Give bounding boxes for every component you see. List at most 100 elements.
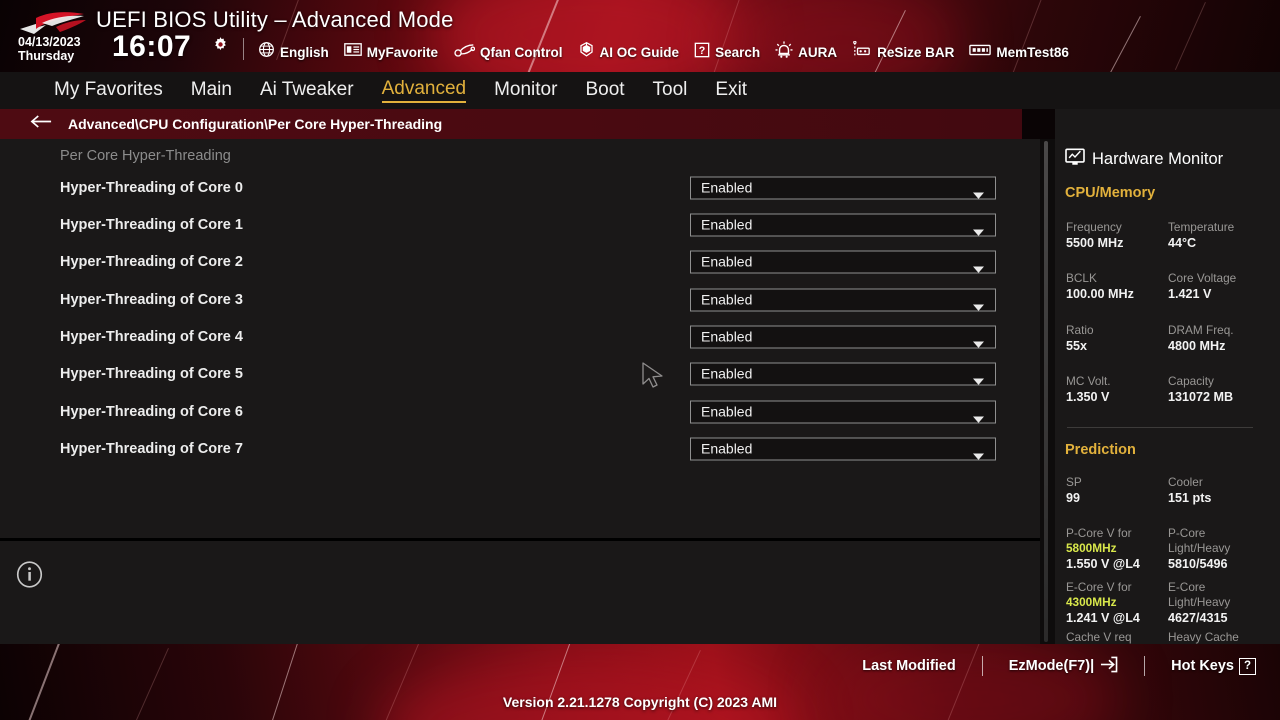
gear-icon[interactable] (212, 36, 229, 53)
dropdown-core-4[interactable]: Enabled (690, 325, 996, 348)
stat-dram-freq: DRAM Freq. 4800 MHz (1168, 323, 1272, 355)
panel-scrollbar[interactable] (1040, 139, 1055, 644)
chevron-down-icon (973, 372, 984, 390)
dropdown-core-6[interactable]: Enabled (690, 400, 996, 423)
setting-label: Hyper-Threading of Core 4 (60, 328, 243, 345)
stat-core-voltage: Core Voltage 1.421 V (1168, 271, 1272, 303)
tab-monitor[interactable]: Monitor (494, 79, 557, 102)
setting-label: Hyper-Threading of Core 2 (60, 253, 243, 270)
stat-key: DRAM Freq. (1168, 323, 1234, 337)
weekday-value: Thursday (18, 48, 75, 63)
stat-frequency: Frequency 5500 MHz (1066, 220, 1170, 252)
stat-key: SP (1066, 475, 1082, 489)
setting-label: Hyper-Threading of Core 7 (60, 440, 243, 457)
stat-ecore-light-heavy: E-Core Light/Heavy 4627/4315 (1168, 580, 1272, 627)
header-item-label: Qfan Control (480, 44, 563, 60)
stat-key: Core Voltage (1168, 271, 1237, 285)
dropdown-value: Enabled (701, 216, 753, 233)
version-text: Version 2.21.1278 Copyright (C) 2023 AMI (502, 694, 778, 710)
ezmode-button[interactable]: EzMode(F7)| (1009, 656, 1118, 677)
tab-ai-tweaker[interactable]: Ai Tweaker (260, 79, 354, 102)
dropdown-core-3[interactable]: Enabled (690, 288, 996, 311)
stat-key: Cooler (1168, 475, 1203, 489)
header-divider (243, 38, 244, 60)
stat-cooler: Cooler 151 pts (1168, 475, 1272, 507)
dropdown-value: Enabled (701, 365, 753, 382)
header-item-memtest86[interactable]: MemTest86 (969, 41, 1069, 63)
dropdown-core-7[interactable]: Enabled (690, 437, 996, 460)
resizebar-icon (852, 40, 872, 63)
stat-key: Ratio (1066, 323, 1094, 337)
setting-row-core-5: Hyper-Threading of Core 5 Enabled (0, 355, 1040, 392)
hotkeys-label: Hot Keys (1171, 658, 1234, 674)
scrollbar-thumb[interactable] (1044, 141, 1048, 642)
dropdown-core-0[interactable]: Enabled (690, 176, 996, 199)
header-item-search[interactable]: ? Search (694, 41, 760, 63)
stat-key: P-Core (1168, 526, 1206, 540)
tab-my-favorites[interactable]: My Favorites (54, 79, 163, 102)
breadcrumb-path: Advanced\CPU Configuration\Per Core Hype… (68, 116, 443, 132)
footer-divider (981, 656, 983, 676)
stat-pcore-light-heavy: P-Core Light/Heavy 5810/5496 (1168, 526, 1272, 573)
globe-icon (258, 41, 275, 63)
date-display: 04/13/2023 Thursday (18, 35, 110, 63)
header-item-label: AI OC Guide (599, 44, 680, 60)
stat-key: BCLK (1066, 271, 1097, 285)
bios-screen: UEFI BIOS Utility – Advanced Mode 04/13/… (0, 0, 1280, 720)
tab-advanced[interactable]: Advanced (381, 78, 467, 103)
tab-boot[interactable]: Boot (585, 79, 624, 102)
header-item-myfavorite[interactable]: MyFavorite (343, 41, 439, 63)
dropdown-core-1[interactable]: Enabled (690, 213, 996, 236)
hotkeys-button[interactable]: Hot Keys ? (1171, 657, 1256, 675)
app-header: UEFI BIOS Utility – Advanced Mode 04/13/… (0, 0, 1280, 72)
stat-pcore-voltage: P-Core V for 5800MHz 1.550 V @L4 (1066, 526, 1170, 573)
chevron-down-icon (973, 260, 984, 278)
tab-exit[interactable]: Exit (715, 79, 747, 102)
aura-icon (775, 41, 793, 63)
dropdown-core-5[interactable]: Enabled (690, 362, 996, 385)
header-item-ai-oc-guide[interactable]: AI OC Guide (578, 41, 680, 63)
header-item-resize-bar[interactable]: ReSize BAR (852, 40, 954, 63)
dropdown-core-2[interactable]: Enabled (690, 250, 996, 273)
stat-value: 131072 MB (1168, 390, 1234, 405)
back-arrow-icon[interactable] (30, 115, 52, 133)
stat-value: 4627/4315 (1168, 611, 1228, 626)
header-item-english[interactable]: English (258, 41, 329, 63)
header-item-qfan-control[interactable]: Qfan Control (453, 41, 563, 63)
chevron-down-icon (973, 186, 984, 204)
stat-key: Cache V req (1066, 630, 1132, 644)
info-icon[interactable] (16, 561, 43, 593)
chevron-down-icon (973, 298, 984, 316)
header-item-aura[interactable]: AURA (775, 41, 837, 63)
exit-arrow-icon (1099, 656, 1118, 677)
chevron-down-icon (973, 223, 984, 241)
monitor-icon (1065, 148, 1085, 171)
stat-key: Light/Heavy (1168, 595, 1231, 610)
stat-value: 99 (1066, 491, 1081, 506)
setting-label: Hyper-Threading of Core 6 (60, 403, 243, 420)
stat-key: E-Core (1168, 580, 1206, 594)
setting-row-core-4: Hyper-Threading of Core 4 Enabled (0, 318, 1040, 355)
tab-main[interactable]: Main (191, 79, 232, 102)
header-shortcuts: English MyFavorite Qfan Control AI OC Gu… (258, 40, 1069, 63)
stat-key: E-Core V for (1066, 580, 1132, 594)
stat-ecore-voltage: E-Core V for 4300MHz 1.241 V @L4 (1066, 580, 1170, 627)
stat-cache-voltage: Cache V req for 5000MHz 1.375 V @L4 (1066, 630, 1170, 644)
sidebar-section-cpu-memory: CPU/Memory (1065, 185, 1156, 201)
mouse-pointer-icon (641, 361, 671, 396)
tab-tool[interactable]: Tool (653, 79, 688, 102)
setting-label: Hyper-Threading of Core 5 (60, 365, 243, 382)
stat-key: Capacity (1168, 374, 1214, 388)
clock-value: 16:07 (112, 30, 192, 63)
last-modified-button[interactable]: Last Modified (862, 658, 955, 674)
stat-ratio: Ratio 55x (1066, 323, 1170, 355)
sidebar-title: Hardware Monitor (1092, 150, 1224, 168)
stat-key-highlight: 5800MHz (1066, 541, 1117, 556)
setting-row-core-6: Hyper-Threading of Core 6 Enabled (0, 393, 1040, 430)
stat-temperature: Temperature 44°C (1168, 220, 1272, 252)
svg-text:?: ? (699, 44, 706, 56)
dropdown-value: Enabled (701, 179, 753, 196)
help-panel (0, 541, 1040, 644)
header-item-label: MyFavorite (366, 44, 439, 60)
setting-row-core-0: Hyper-Threading of Core 0 Enabled (0, 169, 1040, 206)
